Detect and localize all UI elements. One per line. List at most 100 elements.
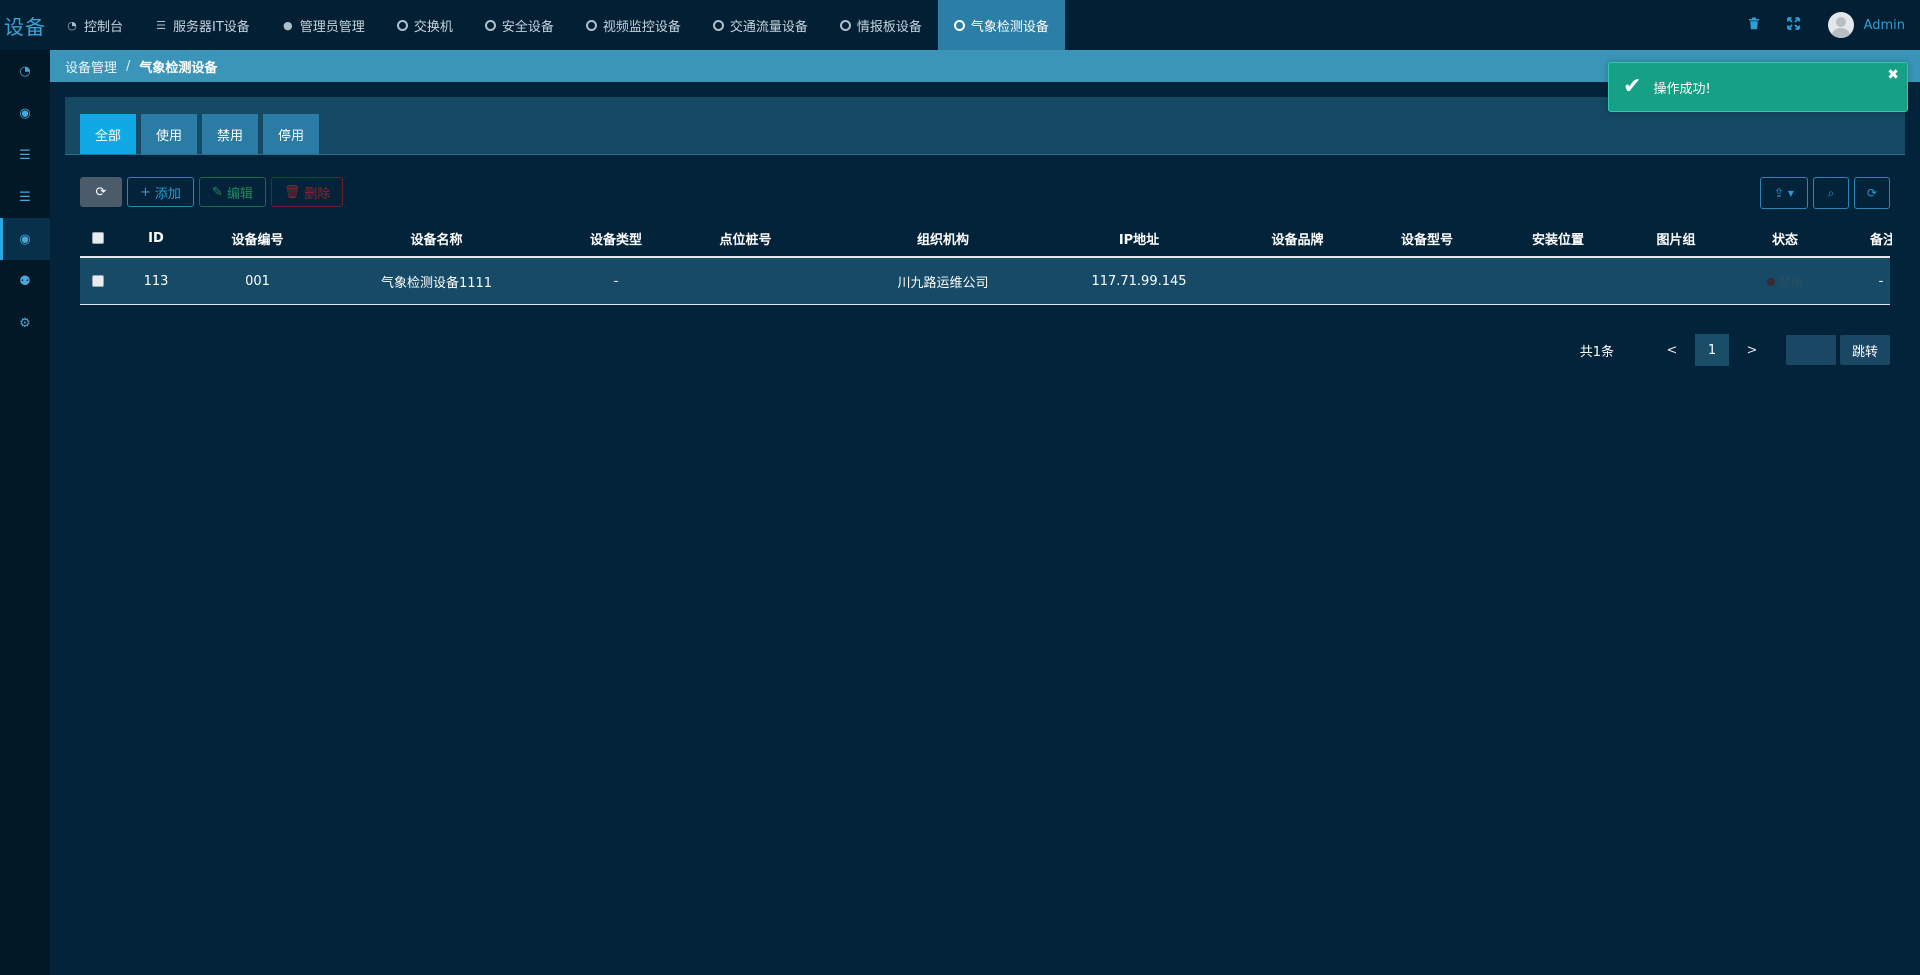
tab-disabled[interactable]: 禁用: [202, 114, 259, 154]
row-checkbox[interactable]: [80, 274, 116, 289]
nav-tab-label: 交换机: [413, 19, 453, 35]
jump-button[interactable]: 跳转: [1839, 335, 1890, 365]
sidebar-item-view[interactable]: ◉: [0, 92, 50, 134]
nav-tab-label: 气象检测设备: [970, 19, 1049, 35]
col-header-location[interactable]: 安装位置: [1464, 229, 1652, 248]
cell-ip: 117.71.99.145: [1091, 273, 1187, 289]
status-badge[interactable]: 禁用: [1700, 273, 1870, 290]
nav-tab-label: 交通流量设备: [729, 19, 808, 35]
col-header-org[interactable]: 组织机构: [813, 229, 1073, 248]
list-icon: ☰: [19, 189, 31, 205]
top-right-tools: Admin: [1734, 0, 1920, 50]
circle-icon: [953, 19, 965, 31]
nav-tab-label: 控制台: [84, 19, 124, 35]
nav-tabs: ◔ 控制台 ☰ 服务器IT设备 ● 管理员管理 交换机 安全设备 视频监控设备 …: [50, 0, 1065, 50]
select-all-checkbox[interactable]: [80, 231, 116, 246]
filter-tabs: 全部 使用 禁用 停用: [80, 114, 320, 154]
gears-icon: ⚙: [19, 315, 31, 331]
nav-tab-admin[interactable]: ● 管理员管理: [266, 0, 381, 50]
nav-tab-video[interactable]: 视频监控设备: [570, 0, 697, 50]
jump-page-input[interactable]: [1785, 335, 1836, 365]
col-header-point[interactable]: 点位桩号: [678, 229, 813, 248]
trash-icon[interactable]: [1734, 17, 1774, 34]
toolbar-right: ⇪ ▾ ⌕ ⟳: [1760, 177, 1890, 209]
user-name: Admin: [1863, 17, 1905, 33]
user-icon: ●: [282, 18, 293, 32]
eye-icon: ◉: [19, 231, 31, 247]
sidebar-item-settings[interactable]: ⚙: [0, 302, 50, 344]
circle-icon: [396, 19, 408, 31]
search-icon: ⌕: [1827, 185, 1835, 200]
user-menu[interactable]: Admin: [1827, 12, 1905, 38]
col-header-status[interactable]: 状态: [1700, 229, 1870, 248]
fullscreen-icon[interactable]: [1774, 16, 1814, 34]
plus-icon: +: [140, 184, 151, 200]
cell-name: 气象检测设备1111: [380, 275, 493, 291]
brand-logo[interactable]: 设备: [0, 0, 50, 50]
list-icon: ☰: [19, 147, 31, 163]
tab-all[interactable]: 全部: [80, 114, 137, 154]
refresh-button[interactable]: ⟳: [80, 177, 122, 207]
sidebar-item-dashboard[interactable]: ◔: [0, 50, 50, 92]
nav-tab-weather[interactable]: 气象检测设备: [937, 0, 1065, 50]
export-button[interactable]: ⇪ ▾: [1760, 177, 1808, 209]
nav-tab-security[interactable]: 安全设备: [469, 0, 570, 50]
breadcrumb-current: 气象检测设备: [139, 60, 218, 76]
trash-icon: 🗑: [283, 184, 301, 200]
nav-tab-label: 管理员管理: [299, 19, 365, 35]
nav-tab-switch[interactable]: 交换机: [381, 0, 469, 50]
add-button[interactable]: + 添加: [127, 177, 194, 207]
sidebar-item-users[interactable]: ⚉: [0, 260, 50, 302]
avatar: [1827, 12, 1854, 38]
toast-message: 操作成功!: [1653, 81, 1711, 97]
page-1-button[interactable]: 1: [1694, 334, 1729, 366]
cell-org: 川九路运维公司: [897, 275, 989, 291]
close-icon[interactable]: ✖: [1887, 67, 1899, 83]
success-toast: ✔ 操作成功! ✖: [1608, 62, 1908, 112]
sidebar-item-devices[interactable]: ◉: [0, 218, 50, 260]
search-button[interactable]: ⌕: [1813, 177, 1849, 209]
status-dot-icon: [1766, 278, 1775, 286]
tab-stopped[interactable]: 停用: [263, 114, 320, 154]
users-icon: ⚉: [19, 273, 31, 289]
sidebar-item-list-1[interactable]: ☰: [0, 134, 50, 176]
pencil-icon: ✎: [211, 184, 223, 200]
col-header-note[interactable]: 备注: [1870, 229, 1892, 248]
tab-in-use[interactable]: 使用: [141, 114, 198, 154]
dashboard-icon: ◔: [67, 18, 77, 32]
col-header-ip[interactable]: IP地址: [1073, 229, 1205, 248]
prev-page-button[interactable]: <: [1652, 334, 1692, 366]
nav-tab-traffic[interactable]: 交通流量设备: [697, 0, 824, 50]
cell-no: 001: [245, 273, 270, 289]
nav-tab-label: 服务器IT设备: [173, 19, 250, 35]
circle-icon: [839, 19, 851, 31]
delete-button-label: 删除: [304, 186, 331, 202]
edit-button[interactable]: ✎ 编辑: [198, 177, 266, 207]
table-header: ID 设备编号 设备名称 设备类型 点位桩号 组织机构 IP地址 设备品牌 设备…: [80, 220, 1892, 258]
col-header-type[interactable]: 设备类型: [554, 229, 678, 248]
nav-tab-dashboard[interactable]: ◔ 控制台: [50, 0, 139, 50]
col-header-name[interactable]: 设备名称: [319, 229, 554, 248]
cell-id: 113: [143, 273, 169, 289]
nav-tab-label: 安全设备: [501, 19, 554, 35]
col-header-no[interactable]: 设备编号: [196, 229, 319, 248]
delete-button[interactable]: 🗑 删除: [270, 177, 344, 207]
nav-tab-infoboard[interactable]: 情报板设备: [824, 0, 938, 50]
nav-tab-label: 情报板设备: [856, 19, 922, 35]
dashboard-icon: ◔: [19, 63, 31, 79]
col-header-images[interactable]: 图片组: [1652, 229, 1700, 248]
add-button-label: 添加: [154, 186, 181, 202]
sidebar-item-list-2[interactable]: ☰: [0, 176, 50, 218]
nav-tab-server-it[interactable]: ☰ 服务器IT设备: [139, 0, 266, 50]
next-page-button[interactable]: >: [1732, 334, 1772, 366]
col-header-id[interactable]: ID: [116, 231, 196, 246]
col-header-brand[interactable]: 设备品牌: [1205, 229, 1390, 248]
breadcrumb-parent[interactable]: 设备管理: [65, 57, 117, 76]
table-row[interactable]: 113 001 气象检测设备1111 - 川九路运维公司 117.71.99.1…: [80, 258, 1890, 305]
toolbar: ⟳ + 添加 ✎ 编辑 🗑 删除: [80, 177, 344, 207]
cell-type: -: [613, 273, 619, 289]
status-label: 禁用: [1778, 274, 1803, 289]
col-header-model[interactable]: 设备型号: [1390, 229, 1464, 248]
eye-icon: ◉: [19, 105, 31, 121]
reload-button[interactable]: ⟳: [1854, 177, 1890, 209]
